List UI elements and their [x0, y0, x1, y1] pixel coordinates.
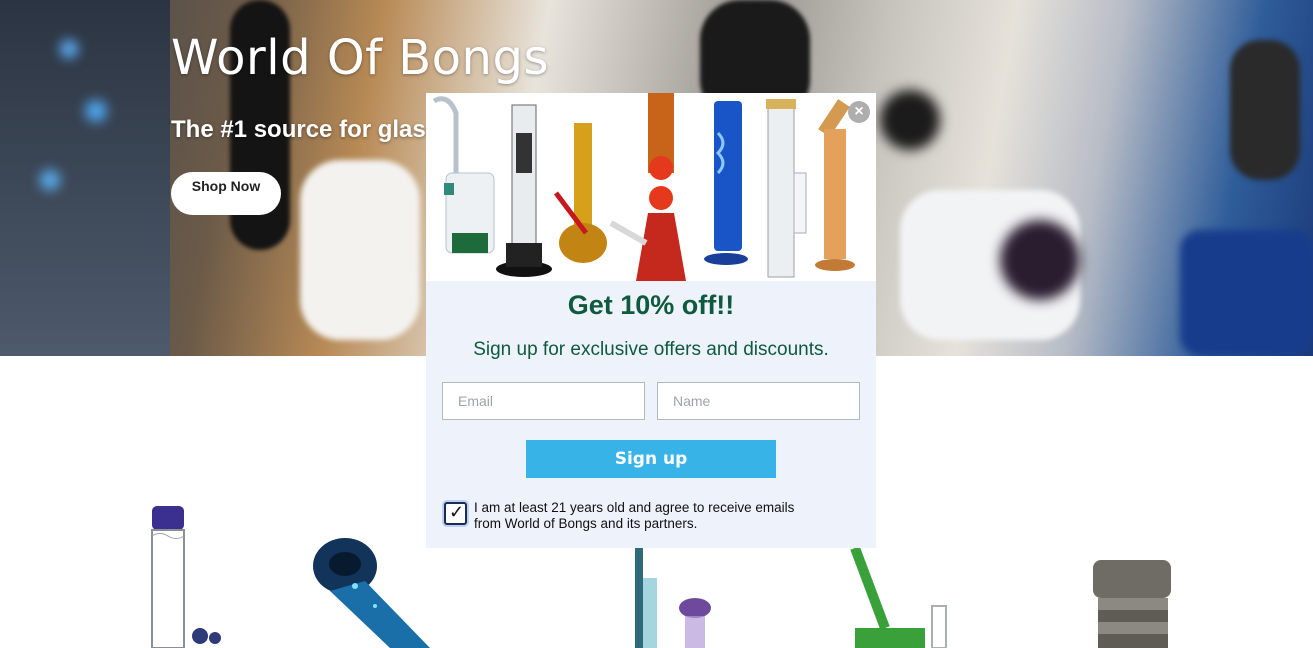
- popup-headline: Get 10% off!!: [567, 290, 735, 320]
- product-image-hand-pipe[interactable]: [305, 536, 435, 648]
- email-field[interactable]: [442, 382, 645, 420]
- product-image-straight-tube[interactable]: [140, 506, 230, 648]
- name-field[interactable]: [657, 382, 860, 420]
- age-consent-checkbox[interactable]: ✓: [444, 502, 467, 525]
- product-image-recycler[interactable]: [625, 548, 725, 648]
- shop-now-button[interactable]: Shop Now: [171, 172, 281, 215]
- bong-lineup-image: [432, 93, 855, 281]
- page: World Of Bongs The #1 source for glass a…: [0, 0, 1313, 648]
- popup-subheadline: Sign up for exclusive offers and discoun…: [473, 339, 829, 360]
- signup-button[interactable]: Sign up: [526, 440, 776, 478]
- age-consent-label: I am at least 21 years old and agree to …: [474, 500, 795, 531]
- checkmark-icon: ✓: [449, 502, 465, 522]
- product-image-nail[interactable]: [1088, 560, 1178, 648]
- close-popup-button[interactable]: ×: [848, 101, 870, 123]
- signup-popup: × Get 10% off!! Sign up for exclusive of…: [426, 93, 876, 548]
- hero-title: World Of Bongs: [171, 30, 549, 86]
- popup-product-banner: ×: [426, 93, 876, 281]
- product-image-green-bubbler[interactable]: [850, 548, 960, 648]
